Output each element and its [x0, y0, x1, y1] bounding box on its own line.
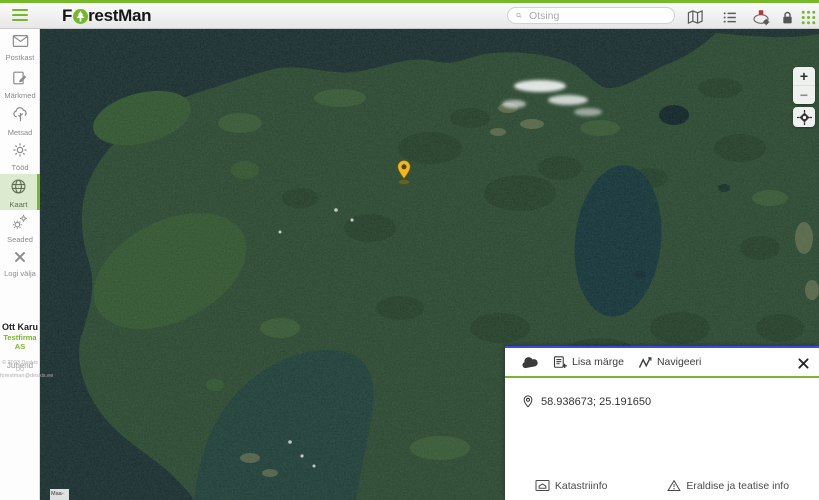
user-name: Ott Karu: [0, 322, 40, 333]
sync-route-icon[interactable]: [751, 7, 771, 27]
sidebar-item-metsad[interactable]: Metsad: [0, 102, 40, 138]
hamburger-menu-button[interactable]: [12, 9, 28, 22]
panel-close-button[interactable]: [798, 356, 809, 374]
map-icon[interactable]: [685, 7, 705, 27]
map-attribution: Maa-amet: [50, 489, 69, 500]
mailbox-icon: [12, 34, 29, 48]
cadastre-info-button[interactable]: Katastriinfo: [535, 479, 608, 492]
zoom-in-button[interactable]: +: [793, 67, 815, 85]
user-company: Testfirma AS: [0, 333, 40, 351]
sidebar-item-label: Logi välja: [0, 270, 40, 278]
sidebar-item-label: Märkmed: [0, 92, 40, 100]
notes-icon: [12, 70, 28, 86]
forest-cloud-tool[interactable]: [521, 356, 539, 369]
notice-info-label: Eraldise ja teatise info: [686, 480, 789, 492]
contact-email: forestman@deskis.ee: [0, 373, 40, 380]
navigate-label: Navigeeri: [657, 356, 701, 368]
search-input[interactable]: [527, 9, 666, 23]
navigate-route-icon: [638, 356, 653, 369]
panel-green-separator: [505, 376, 819, 378]
add-note-button[interactable]: Lisa märge: [553, 355, 624, 370]
sidebar-item-logivalja[interactable]: Logi välja: [0, 246, 40, 282]
sidebar-item-label: Tööd: [0, 164, 40, 172]
search-box: [507, 7, 675, 24]
close-x-icon: [798, 358, 809, 369]
diamond-extent-icon: [797, 110, 812, 125]
map-info-panel: Lisa märge Navigeeri 58.938673; 25: [505, 346, 819, 500]
navigate-button[interactable]: Navigeeri: [638, 356, 701, 369]
coordinates-value: 58.938673; 25.191650: [541, 396, 651, 408]
sidebar-item-postkast[interactable]: Postkast: [0, 30, 40, 66]
warning-triangle-icon: [667, 479, 681, 492]
sidebar-item-label: Kaart: [0, 201, 37, 209]
coordinates-row: 58.938673; 25.191650: [521, 394, 819, 409]
panel-footer: Katastriinfo Eraldise ja teatise info: [505, 479, 819, 492]
note-plus-icon: [553, 355, 568, 370]
sidebar-item-label: Postkast: [0, 54, 40, 62]
app-logo[interactable]: F restMan: [62, 4, 151, 28]
sidebar-footer: © 2023 Deskis OÜ forestman@deskis.ee: [0, 360, 40, 380]
sidebar-item-kaart[interactable]: Kaart: [0, 174, 40, 210]
map-zoom-control: + −: [793, 67, 815, 104]
apps-grid-icon[interactable]: [798, 7, 818, 27]
globe-icon: [10, 178, 27, 195]
panel-toolbar: Lisa märge Navigeeri: [505, 348, 819, 376]
sidebar-item-markmed[interactable]: Märkmed: [0, 66, 40, 102]
nav-sidebar: Postkast Märkmed Metsad Tööd: [0, 28, 40, 500]
sidebar-item-label: Metsad: [0, 129, 40, 137]
yellow-pin-icon[interactable]: [395, 159, 413, 185]
logout-x-icon: [13, 250, 27, 264]
forest-icon: [12, 106, 29, 123]
logo-text-prefix: F: [62, 6, 72, 26]
logo-text-suffix: restMan: [88, 6, 151, 26]
forest-cloud-icon: [521, 356, 539, 369]
cadastre-info-label: Katastriinfo: [555, 480, 608, 492]
pin-outline-icon: [521, 394, 535, 409]
sidebar-item-seaded[interactable]: Seaded: [0, 210, 40, 246]
cadastre-house-icon: [535, 479, 550, 492]
forestman-tree-icon: [73, 9, 88, 24]
search-icon: [516, 10, 522, 21]
list-icon[interactable]: [720, 7, 740, 27]
add-note-label: Lisa märge: [572, 356, 624, 368]
settings-icon: [12, 214, 28, 230]
extent-control-button[interactable]: [793, 107, 815, 127]
copyright-text: © 2023 Deskis OÜ: [0, 360, 40, 373]
sidebar-item-label: Seaded: [0, 236, 40, 244]
lock-icon[interactable]: [777, 7, 797, 27]
sidebar-item-tood[interactable]: Tööd: [0, 138, 40, 174]
zoom-out-button[interactable]: −: [793, 85, 815, 104]
works-gear-icon: [12, 142, 28, 158]
forestman-app: + − Maa-amet F restMan: [0, 0, 819, 500]
notice-info-button[interactable]: Eraldise ja teatise info: [667, 479, 789, 492]
accent-top-line: [0, 0, 819, 3]
app-header: F restMan: [0, 3, 819, 29]
